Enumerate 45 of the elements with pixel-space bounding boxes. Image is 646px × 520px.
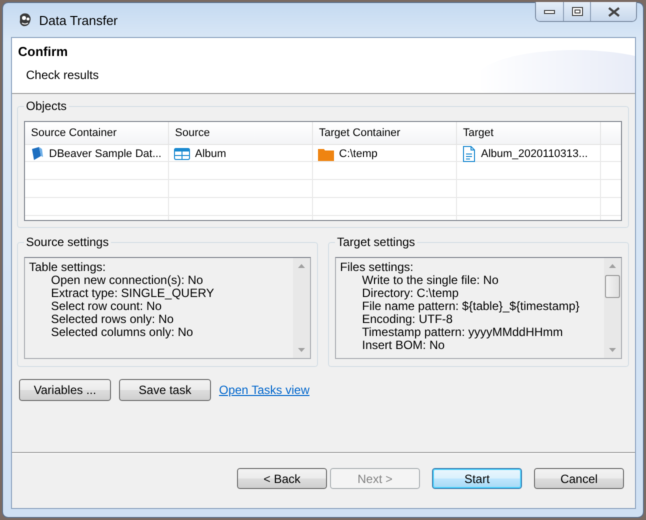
maximize-button[interactable] — [564, 2, 591, 21]
scroll-thumb[interactable] — [605, 275, 620, 298]
file-icon — [462, 146, 476, 162]
setting-text: File name pattern: ${table}_${timestamp} — [361, 300, 580, 313]
setting-text: Directory: C:\temp — [361, 287, 460, 300]
window-title: Data Transfer — [39, 12, 118, 28]
wizard-button[interactable]: Start — [432, 468, 522, 489]
column-header[interactable]: Source — [169, 122, 313, 144]
setting-text: Select row count: No — [50, 300, 162, 313]
wizard-button[interactable]: < Back — [237, 468, 327, 489]
table-cell: DBeaver Sample Dat... — [49, 148, 162, 160]
setting-text: Selected columns only: No — [50, 326, 194, 339]
setting-text: Files settings: — [340, 261, 414, 274]
page-title: Confirm — [18, 44, 69, 59]
close-button[interactable] — [591, 2, 636, 21]
maximize-icon — [572, 7, 582, 16]
setting-text: Write to the single file: No — [361, 274, 500, 287]
close-icon — [608, 6, 620, 16]
table-cell: C:\temp — [339, 148, 378, 160]
setting-text: Selected rows only: No — [50, 313, 175, 326]
minimize-icon — [544, 10, 555, 14]
setting-text: Encoding: UTF-8 — [361, 313, 453, 326]
table-cell: Album — [195, 148, 226, 160]
group-title: Source settings — [24, 235, 111, 249]
scrollbar[interactable] — [293, 258, 310, 358]
setting-text: Extract type: SINGLE_QUERY — [50, 287, 216, 300]
wizard-button[interactable]: Cancel — [534, 468, 624, 489]
task-button[interactable]: Save task — [119, 379, 211, 401]
minimize-button[interactable] — [536, 2, 564, 21]
scrollbar[interactable] — [604, 258, 621, 358]
setting-text: Timestamp pattern: yyyyMMddHHmm — [361, 326, 564, 339]
table-cell: Album_2020110313... — [481, 148, 588, 160]
setting-text: Table settings: — [29, 261, 107, 274]
folder-icon — [318, 148, 334, 160]
group-title: Target settings — [335, 235, 418, 249]
column-header[interactable]: Source Container — [25, 122, 169, 144]
group-title: Objects — [24, 99, 69, 113]
column-header[interactable]: Target Container — [313, 122, 457, 144]
column-header[interactable]: Target — [457, 122, 601, 144]
open-tasks-link[interactable]: Open Tasks view — [219, 383, 310, 397]
setting-text: Open new connection(s): No — [50, 274, 204, 287]
table-icon — [174, 148, 190, 160]
setting-text: Insert BOM: No — [361, 339, 445, 352]
page-subtitle: Check results — [26, 68, 100, 82]
task-button[interactable]: Variables ... — [19, 379, 111, 401]
